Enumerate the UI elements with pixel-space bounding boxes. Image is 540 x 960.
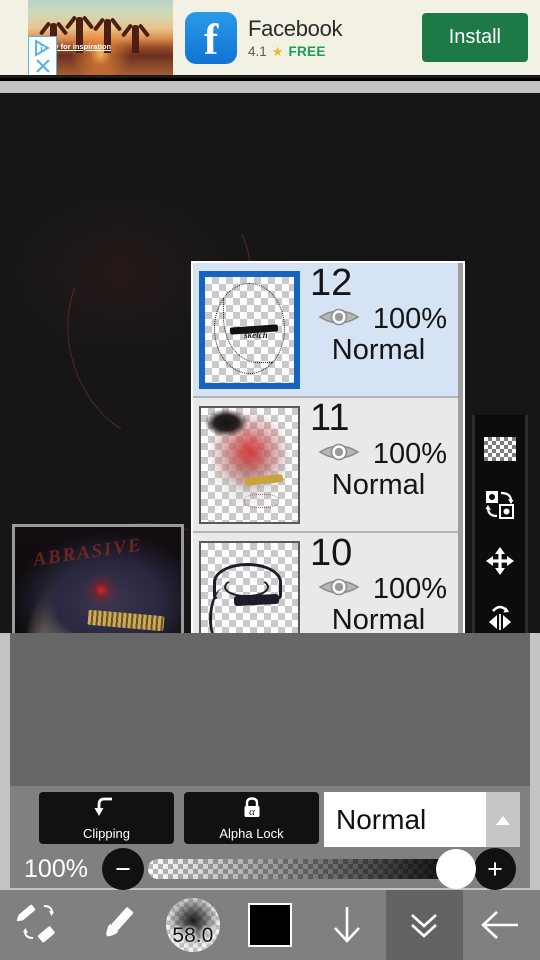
back-arrow-icon[interactable] xyxy=(463,890,540,960)
opacity-increase-button[interactable]: + xyxy=(474,848,516,890)
star-icon: ★ xyxy=(271,43,284,59)
opacity-decrease-button[interactable]: − xyxy=(102,848,144,890)
minus-icon: − xyxy=(115,853,131,884)
layer-info: 11 100% Normal xyxy=(306,398,463,531)
shaded-head-art xyxy=(201,407,298,522)
install-button[interactable]: Install xyxy=(421,13,528,62)
ibispaint-layers-screen: ...ay for inspiration f Facebook 4.1 ★ F… xyxy=(0,0,540,960)
alpha-lock-button[interactable]: α Alpha Lock xyxy=(184,792,319,844)
layer-thumbnail xyxy=(199,405,300,524)
svg-text:α: α xyxy=(249,806,255,818)
layer-opacity: 100% xyxy=(372,303,447,335)
layer-option-bar: Clipping α Alpha Lock Normal 100% − + xyxy=(10,786,530,890)
opacity-value: 100% xyxy=(24,854,88,883)
brush-size-icon[interactable]: 58.0 xyxy=(154,890,231,960)
ad-banner[interactable]: ...ay for inspiration f Facebook 4.1 ★ F… xyxy=(0,0,540,78)
layer-thumbnail: sketch xyxy=(199,270,300,389)
ad-choices-panel[interactable] xyxy=(28,36,57,75)
color-swatch[interactable] xyxy=(231,890,308,960)
layer-thumbnail xyxy=(199,540,300,633)
rotate-layer-icon[interactable] xyxy=(476,481,524,529)
clipping-label: Clipping xyxy=(83,825,130,841)
layer-thumbnail-cell[interactable]: sketch xyxy=(193,263,306,396)
brush-size-preview: 58.0 xyxy=(165,898,220,952)
layer-blend-mode: Normal xyxy=(331,469,426,501)
layer-opacity: 100% xyxy=(372,438,447,470)
opacity-slider-track xyxy=(148,859,470,879)
table-row[interactable]: 11 100% Normal xyxy=(193,398,463,533)
ad-rating: 4.1 xyxy=(248,44,267,59)
artwork-preview-thumbnail: ABRASIVE GIGA amo xyxy=(12,524,184,633)
layer-blend-mode: Normal xyxy=(331,604,426,633)
alpha-lock-label: Alpha Lock xyxy=(219,825,284,841)
facebook-glyph: f xyxy=(203,16,219,64)
opacity-row: 100% − + xyxy=(10,848,530,890)
artwork-teeth xyxy=(87,610,165,632)
layer-opacity: 100% xyxy=(372,573,447,605)
layer-number: 12 xyxy=(310,262,353,304)
chevron-up-icon[interactable] xyxy=(486,792,520,847)
clipping-arrow-icon xyxy=(94,796,120,825)
table-row[interactable]: 10 100% Normal xyxy=(193,533,463,633)
close-icon[interactable] xyxy=(33,57,53,75)
eye-icon[interactable] xyxy=(318,439,360,470)
layer-actions-sidebar[interactable] xyxy=(472,415,528,633)
bottom-toolbar: 58.0 xyxy=(0,890,540,960)
plus-icon: + xyxy=(487,853,503,884)
table-row[interactable]: sketch 12 100% Normal xyxy=(193,263,463,398)
ad-price-label: FREE xyxy=(288,44,326,59)
layer-info: 10 100% Normal xyxy=(306,533,463,633)
move-layer-icon[interactable] xyxy=(476,537,524,585)
brush-tool-icon[interactable] xyxy=(77,890,154,960)
ad-image[interactable]: ...ay for inspiration xyxy=(28,0,173,75)
layers-panel[interactable]: sketch 12 100% Normal 11 100% Normal 10 … xyxy=(191,261,465,633)
layer-number: 11 xyxy=(310,397,350,439)
artwork-title-word: ABRASIVE xyxy=(32,534,145,571)
blend-mode-select[interactable]: Normal xyxy=(324,792,520,847)
ad-meta: 4.1 ★ FREE xyxy=(248,44,342,60)
down-arrow-icon[interactable] xyxy=(309,890,386,960)
eye-icon[interactable] xyxy=(318,304,360,335)
eye-icon[interactable] xyxy=(318,574,360,605)
alpha-lock-icon: α xyxy=(240,796,264,825)
blend-mode-value: Normal xyxy=(336,803,427,835)
lineart-head-art xyxy=(201,543,298,633)
ad-app-name: Facebook xyxy=(248,15,343,41)
opacity-slider-thumb[interactable] xyxy=(436,849,476,889)
artwork-canvas: ABRASIVE GIGA amo xyxy=(15,527,181,633)
double-chevron-down-icon[interactable] xyxy=(385,890,463,960)
color-swatch-fill xyxy=(247,903,292,947)
facebook-icon: f xyxy=(185,11,237,64)
opacity-slider[interactable] xyxy=(148,849,476,889)
drawing-canvas[interactable]: ABRASIVE GIGA amo xyxy=(0,93,540,633)
ad-body[interactable]: f Facebook 4.1 ★ FREE Install xyxy=(173,0,540,75)
layers-scrollbar[interactable] xyxy=(458,263,463,633)
layer-thumbnail-cell[interactable] xyxy=(193,398,306,531)
transparency-icon[interactable] xyxy=(476,425,524,473)
flip-horizontal-icon[interactable] xyxy=(476,593,524,633)
jurassic-sketch-art: sketch xyxy=(205,277,294,383)
layer-number: 10 xyxy=(310,532,353,574)
blend-mode-value-box[interactable]: Normal xyxy=(324,792,486,847)
layer-thumbnail-cell[interactable] xyxy=(193,533,306,633)
brush-eraser-switch-icon[interactable] xyxy=(0,890,77,960)
ad-text-column: Facebook 4.1 ★ FREE xyxy=(248,15,343,60)
brush-size-value: 58.0 xyxy=(172,924,214,947)
clipping-button[interactable]: Clipping xyxy=(39,792,174,844)
adchoices-icon[interactable] xyxy=(33,39,53,57)
layer-info: 12 100% Normal xyxy=(306,263,463,396)
layer-blend-mode: Normal xyxy=(331,334,426,366)
